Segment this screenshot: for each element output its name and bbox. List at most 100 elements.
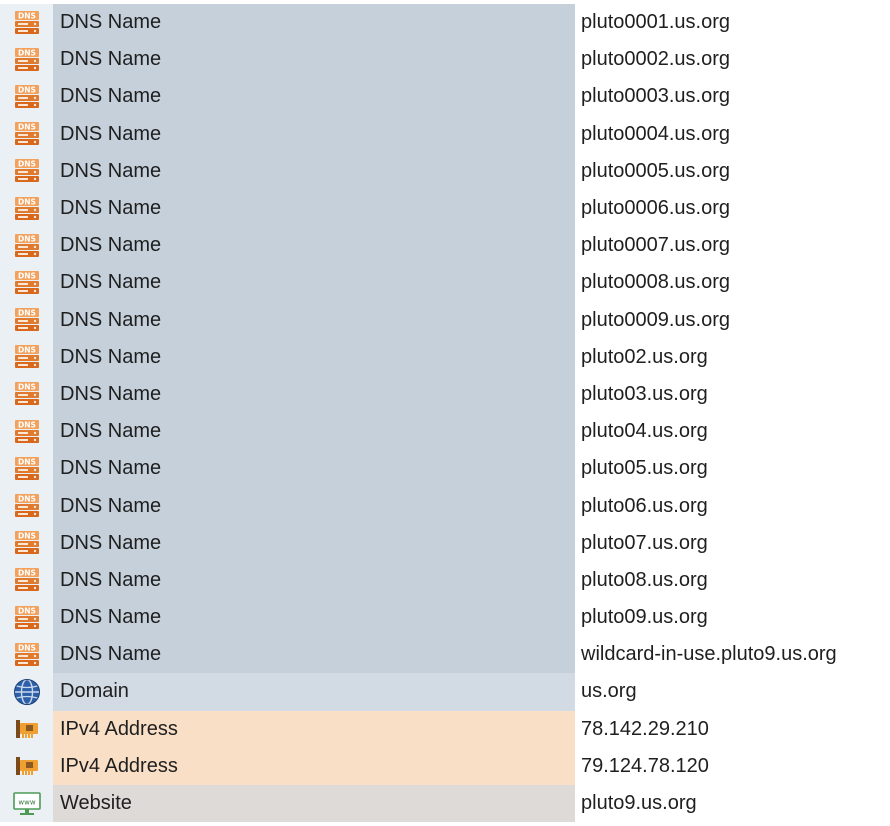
list-item[interactable]: DNS DNS Name pluto0001.us.org (0, 4, 890, 42)
list-item[interactable]: IPv4 Address 79.124.78.120 (0, 747, 890, 785)
entity-type-label: DNS Name (53, 152, 575, 190)
dns-server-icon: DNS (0, 413, 53, 451)
svg-text:DNS: DNS (18, 308, 36, 317)
entity-type-label: DNS Name (53, 115, 575, 153)
entity-type-label: DNS Name (53, 41, 575, 79)
list-item[interactable]: DNS DNS Name pluto0004.us.org (0, 115, 890, 153)
list-item[interactable]: DNS DNS Name pluto0005.us.org (0, 152, 890, 190)
entity-value: us.org (581, 680, 637, 703)
list-item[interactable]: DNS DNS Name pluto08.us.org (0, 561, 890, 599)
entity-value: pluto9.us.org (581, 792, 697, 815)
dns-server-icon: DNS (0, 636, 53, 674)
entity-value: pluto02.us.org (581, 345, 708, 368)
network-card-icon (0, 747, 53, 785)
svg-text:DNS: DNS (18, 197, 36, 206)
list-item[interactable]: DNS DNS Name pluto09.us.org (0, 599, 890, 637)
list-item[interactable]: DNS DNS Name wildcard-in-use.pluto9.us.org (0, 636, 890, 674)
entity-type-label: DNS Name (53, 78, 575, 116)
list-item[interactable]: DNS DNS Name pluto07.us.org (0, 524, 890, 562)
list-item[interactable]: www Website pluto9.us.org (0, 784, 890, 823)
entity-type-label: DNS Name (53, 561, 575, 599)
entity-value: pluto0005.us.org (581, 159, 731, 182)
dns-server-icon: DNS (0, 115, 53, 153)
list-item[interactable]: DNS DNS Name pluto0006.us.org (0, 189, 890, 228)
entity-value: pluto08.us.org (581, 568, 708, 591)
dns-server-icon: DNS (0, 264, 53, 302)
entity-value: pluto0009.us.org (581, 308, 731, 331)
entity-value: pluto0002.us.org (581, 48, 731, 71)
dns-server-icon: DNS (0, 78, 53, 116)
entity-list: DNS DNS Name pluto0001.us.org DNS DNS Name pl… (0, 0, 890, 823)
dns-server-icon: DNS (0, 227, 53, 265)
svg-text:DNS: DNS (18, 383, 36, 392)
dns-server-icon: DNS (0, 301, 53, 339)
entity-type-label: DNS Name (53, 227, 575, 265)
dns-server-icon: DNS (0, 4, 53, 42)
svg-text:DNS: DNS (18, 494, 36, 503)
list-item[interactable]: DNS DNS Name pluto05.us.org (0, 450, 890, 488)
globe-icon (0, 673, 53, 711)
list-item[interactable]: DNS DNS Name pluto03.us.org (0, 375, 890, 414)
list-item[interactable]: DNS DNS Name pluto0007.us.org (0, 227, 890, 265)
svg-text:DNS: DNS (18, 346, 36, 355)
entity-value: pluto06.us.org (581, 494, 708, 517)
entity-value: pluto0006.us.org (581, 197, 731, 220)
svg-text:DNS: DNS (18, 48, 36, 57)
entity-value: pluto0003.us.org (581, 85, 731, 108)
entity-type-label: DNS Name (53, 338, 575, 376)
entity-value: wildcard-in-use.pluto9.us.org (581, 643, 837, 666)
dns-server-icon: DNS (0, 599, 53, 637)
entity-type-label: DNS Name (53, 301, 575, 339)
entity-type-label: IPv4 Address (53, 747, 575, 785)
dns-server-icon: DNS (0, 152, 53, 190)
list-item[interactable]: DNS DNS Name pluto0003.us.org (0, 78, 890, 116)
list-item[interactable]: DNS DNS Name pluto02.us.org (0, 338, 890, 376)
list-item[interactable]: IPv4 Address 78.142.29.210 (0, 710, 890, 748)
entity-type-label: DNS Name (53, 487, 575, 525)
entity-type-label: DNS Name (53, 450, 575, 488)
network-card-icon (0, 710, 53, 748)
entity-type-label: DNS Name (53, 599, 575, 637)
svg-text:DNS: DNS (18, 532, 36, 541)
dns-server-icon: DNS (0, 375, 53, 414)
dns-server-icon: DNS (0, 41, 53, 79)
entity-value: 79.124.78.120 (581, 754, 709, 777)
dns-server-icon: DNS (0, 561, 53, 599)
entity-value: 78.142.29.210 (581, 717, 709, 740)
entity-type-label: DNS Name (53, 264, 575, 302)
list-item[interactable]: DNS DNS Name pluto0002.us.org (0, 41, 890, 79)
entity-value: pluto07.us.org (581, 531, 708, 554)
entity-value: pluto0007.us.org (581, 234, 731, 257)
svg-text:DNS: DNS (18, 234, 36, 243)
entity-value: pluto05.us.org (581, 457, 708, 480)
svg-text:DNS: DNS (18, 420, 36, 429)
list-item[interactable]: DNS DNS Name pluto04.us.org (0, 413, 890, 451)
list-item[interactable]: DNS DNS Name pluto0009.us.org (0, 301, 890, 339)
svg-text:DNS: DNS (18, 11, 36, 20)
list-item[interactable]: DNS DNS Name pluto06.us.org (0, 487, 890, 525)
dns-server-icon: DNS (0, 338, 53, 376)
list-item[interactable]: DNS DNS Name pluto0008.us.org (0, 264, 890, 302)
svg-text:DNS: DNS (18, 643, 36, 652)
www-monitor-icon: www (0, 784, 53, 823)
svg-text:DNS: DNS (18, 160, 36, 169)
entity-type-label: IPv4 Address (53, 710, 575, 748)
entity-type-label: DNS Name (53, 524, 575, 562)
entity-type-label: DNS Name (53, 413, 575, 451)
entity-value: pluto04.us.org (581, 420, 708, 443)
dns-server-icon: DNS (0, 450, 53, 488)
entity-type-label: Website (53, 784, 575, 823)
entity-value: pluto09.us.org (581, 606, 708, 629)
entity-type-label: DNS Name (53, 4, 575, 42)
entity-value: pluto0004.us.org (581, 122, 731, 145)
svg-text:www: www (18, 798, 35, 806)
svg-text:DNS: DNS (18, 271, 36, 280)
svg-text:DNS: DNS (18, 123, 36, 132)
entity-type-label: Domain (53, 673, 575, 711)
list-item[interactable]: Domain us.org (0, 673, 890, 711)
dns-server-icon: DNS (0, 487, 53, 525)
entity-value: pluto0008.us.org (581, 271, 731, 294)
dns-server-icon: DNS (0, 189, 53, 228)
svg-text:DNS: DNS (18, 569, 36, 578)
svg-text:DNS: DNS (18, 457, 36, 466)
